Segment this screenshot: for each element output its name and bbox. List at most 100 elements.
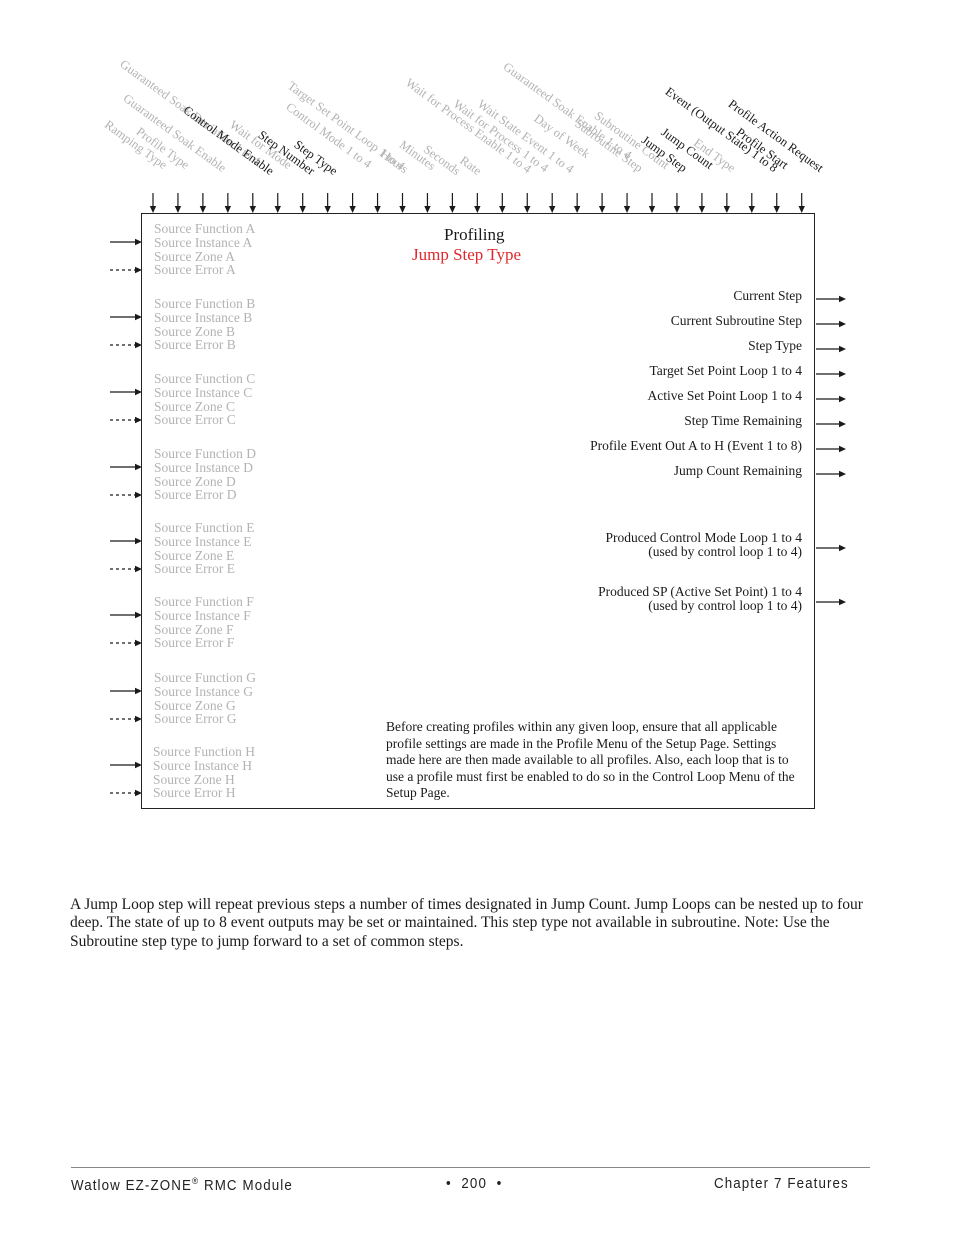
footer-product-suffix: RMC Module: [199, 1177, 293, 1194]
down-arrow-icon: [673, 206, 681, 213]
produced-output-note: (used by control loop 1 to 4): [648, 598, 802, 613]
source-group-h: Source Function H Source Instance H Source…: [153, 745, 255, 800]
source-line: Source Function C: [154, 371, 256, 386]
output-label: Step Type: [748, 338, 802, 353]
source-line: Source Instance A: [154, 234, 253, 250]
down-arrow-icon: [698, 206, 706, 213]
down-arrow-icon: [299, 206, 306, 213]
down-arrow-icon: [623, 206, 631, 213]
source-line: Source Zone F: [154, 621, 234, 637]
source-line: Source Function E: [154, 520, 255, 535]
source-line: Source Instance H: [153, 757, 252, 773]
down-arrow-icon: [274, 206, 281, 213]
produced-output-label: Produced Control Mode Loop 1 to 4: [605, 530, 802, 545]
source-line: Source Instance E: [154, 533, 252, 549]
produced-output: Produced Control Mode Loop 1 to 4 (used b…: [606, 531, 802, 559]
footer-product-prefix: Watlow EZ-ZONE: [71, 1177, 192, 1194]
right-arrow-icon: [839, 470, 846, 478]
down-arrow-icon: [174, 206, 182, 213]
down-arrow-icon: [748, 206, 755, 213]
source-line: Source Zone C: [154, 398, 235, 414]
right-arrow-icon: [839, 370, 846, 378]
right-arrow-icon: [839, 445, 846, 453]
produced-output-label: Produced SP (Active Set Point) 1 to 4: [598, 584, 802, 599]
source-line: Source Error C: [154, 412, 236, 428]
down-arrow-icon: [249, 206, 256, 213]
source-line: Source Function G: [154, 670, 256, 685]
right-arrow-icon: [839, 544, 846, 552]
source-line: Source Error E: [154, 561, 235, 577]
source-line: Source Error H: [153, 785, 236, 801]
source-group-g: Source Function G Source Instance G Source…: [154, 671, 256, 726]
down-arrow-icon: [723, 206, 731, 213]
down-arrow-icon: [399, 206, 406, 213]
source-line: Source Zone D: [154, 473, 236, 489]
down-arrow-icon: [349, 206, 356, 213]
down-arrow-icon: [374, 206, 381, 213]
description-paragraph: A Jump Loop step will repeat previous st…: [70, 896, 863, 950]
output-label: Active Set Point Loop 1 to 4: [647, 388, 803, 403]
footer-product: Watlow EZ-ZONE® RMC Module: [71, 1176, 293, 1194]
output-label: Target Set Point Loop 1 to 4: [649, 363, 802, 378]
source-group-c: Source Function C Source Instance C Source…: [154, 372, 255, 427]
output-label: Current Subroutine Step: [670, 313, 802, 328]
down-arrow-icon: [224, 206, 232, 213]
source-line: Source Instance D: [154, 459, 253, 475]
source-line: Source Function A: [154, 221, 256, 236]
down-arrow-icon: [798, 206, 805, 213]
output-label: Jump Count Remaining: [673, 463, 802, 478]
footer-divider: [71, 1167, 870, 1168]
down-arrow-icon: [573, 206, 581, 213]
down-arrow-icon: [598, 206, 606, 213]
footer-chapter: Chapter 7 Features: [714, 1176, 849, 1192]
source-line: Source Zone E: [154, 547, 235, 563]
source-line: Source Instance B: [154, 309, 253, 325]
source-line: Source Zone B: [154, 323, 235, 339]
footer-page-number: • 200 •: [446, 1176, 503, 1192]
down-arrow-icon: [648, 206, 656, 213]
source-group-a: Source Function A Source Instance A Source…: [154, 222, 255, 277]
output-label: Current Step: [733, 288, 802, 303]
down-arrow-icon: [773, 206, 780, 213]
block-title: Profiling: [444, 225, 505, 244]
source-group-b: Source Function B Source Instance B Source…: [154, 297, 255, 352]
source-line: Source Instance G: [154, 683, 253, 699]
source-line: Source Function B: [154, 296, 256, 311]
source-line: Source Zone H: [153, 771, 235, 787]
source-group-e: Source Function E Source Instance E Source…: [154, 521, 255, 576]
down-arrow-icon: [549, 206, 556, 213]
source-line: Source Instance C: [154, 384, 253, 400]
right-arrow-icon: [839, 420, 846, 428]
down-arrow-icon: [449, 206, 456, 213]
down-arrow-icon: [499, 206, 506, 213]
source-line: Source Function D: [154, 446, 256, 461]
source-line: Source Instance F: [154, 607, 251, 623]
source-line: Source Zone G: [154, 697, 236, 713]
produced-output: Produced SP (Active Set Point) 1 to 4 (us…: [598, 585, 802, 613]
source-line: Source Error B: [154, 337, 236, 353]
source-line: Source Error A: [154, 262, 236, 278]
down-arrow-icon: [524, 206, 531, 213]
down-arrow-icon: [424, 206, 431, 213]
setup-note: Before creating profiles within any give…: [386, 719, 795, 800]
source-line: Source Error F: [154, 635, 235, 651]
source-group-d: Source Function D Source Instance D Source…: [154, 447, 256, 502]
source-line: Source Error D: [154, 487, 237, 503]
source-line: Source Function F: [154, 594, 254, 609]
down-arrow-icon: [474, 206, 481, 213]
output-label: Step Time Remaining: [684, 413, 802, 428]
right-arrow-icon: [839, 395, 846, 403]
block-subtitle: Jump Step Type: [412, 245, 521, 264]
right-arrow-icon: [839, 320, 846, 328]
output-label: Profile Event Out A to H (Event 1 to 8): [590, 438, 802, 453]
down-arrow-icon: [324, 206, 331, 213]
source-line: Source Error G: [154, 711, 237, 727]
source-group-f: Source Function F Source Instance F Source…: [154, 595, 254, 650]
down-arrow-icon: [199, 206, 207, 213]
produced-output-note: (used by control loop 1 to 4): [648, 544, 802, 559]
source-line: Source Zone A: [154, 248, 235, 264]
right-arrow-icon: [839, 345, 846, 353]
down-arrow-icon: [149, 206, 157, 213]
right-arrow-icon: [839, 295, 846, 303]
source-line: Source Function H: [153, 744, 255, 759]
